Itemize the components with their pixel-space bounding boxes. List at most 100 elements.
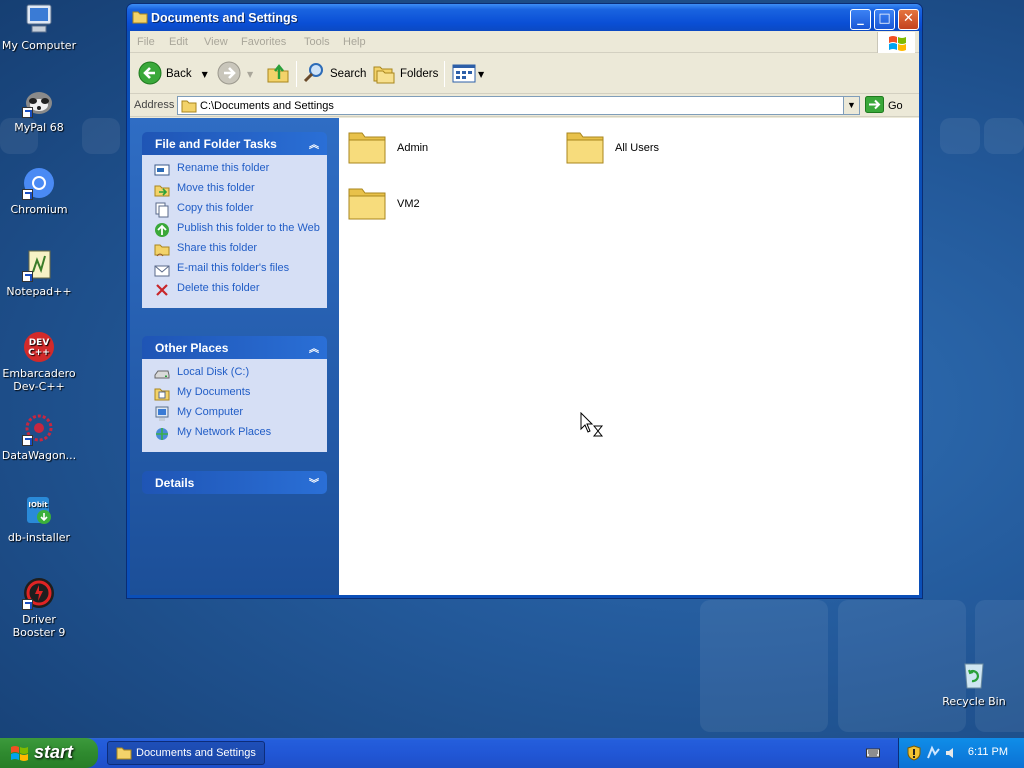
- search-button[interactable]: Search: [302, 62, 366, 86]
- minimize-icon: _: [857, 11, 864, 26]
- address-label: Address: [134, 99, 175, 111]
- menu-favorites[interactable]: Favorites: [241, 36, 286, 48]
- place-my-computer[interactable]: My Computer: [154, 406, 327, 422]
- folder-name: All Users: [615, 141, 660, 154]
- taskbar-window-button[interactable]: Documents and Settings: [107, 741, 265, 765]
- toolbar-separator: [444, 61, 445, 87]
- chevron-up-icon[interactable]: ︽: [309, 136, 319, 151]
- other-places-panel: Other Places ︽ Local Disk (C:) My Docume…: [142, 336, 327, 452]
- back-button[interactable]: Back ▼: [138, 61, 208, 86]
- task-copy-folder[interactable]: Copy this folder: [154, 202, 327, 218]
- task-label: E-mail this folder's files: [177, 262, 290, 274]
- window-titlebar[interactable]: Documents and Settings _ □ ✕: [127, 4, 922, 31]
- keyboard-icon[interactable]: [866, 747, 880, 762]
- busy-cursor-icon: [580, 411, 606, 443]
- folder-icon: [347, 127, 387, 168]
- windows-logo-icon: [10, 744, 30, 767]
- chevron-down-icon[interactable]: ▼: [202, 70, 208, 79]
- task-pane: File and Folder Tasks ︽ Rename this fold…: [130, 118, 339, 595]
- datawagon-icon: [22, 412, 56, 446]
- task-delete-folder[interactable]: Delete this folder: [154, 282, 327, 298]
- details-header[interactable]: Details ︾: [142, 471, 327, 494]
- task-label: Rename this folder: [177, 162, 270, 174]
- task-email-files[interactable]: E-mail this folder's files: [154, 262, 327, 278]
- svg-text:C++: C++: [28, 348, 50, 358]
- desktop-icon-driver-booster[interactable]: Driver Booster 9: [0, 576, 78, 639]
- close-button[interactable]: ✕: [898, 9, 919, 30]
- clock[interactable]: 6:11 PM: [968, 746, 1008, 758]
- task-publish-web[interactable]: Publish this folder to the Web: [154, 222, 327, 238]
- address-dropdown-button[interactable]: ▼: [843, 97, 859, 114]
- folders-button[interactable]: Folders: [372, 62, 438, 86]
- chevron-up-icon[interactable]: ︽: [309, 340, 319, 355]
- file-folder-tasks-list: Rename this folder Move this folder Copy…: [142, 155, 327, 308]
- start-label: start: [34, 742, 74, 762]
- folder-icon: [132, 10, 148, 27]
- folder-item-vm2[interactable]: VM2: [347, 183, 420, 224]
- place-label: Local Disk (C:): [177, 366, 250, 378]
- place-network-places[interactable]: My Network Places: [154, 426, 327, 442]
- menu-help[interactable]: Help: [343, 36, 366, 48]
- desktop-icon-my-computer[interactable]: My Computer: [0, 2, 78, 52]
- folder-view[interactable]: Admin All Users VM2: [339, 118, 919, 595]
- desktop-icon-recycle-bin[interactable]: Recycle Bin: [935, 658, 1013, 708]
- volume-icon[interactable]: [944, 745, 958, 764]
- menu-edit[interactable]: Edit: [169, 36, 188, 48]
- windows-logo-icon: [877, 32, 915, 54]
- menu-file[interactable]: File: [137, 36, 155, 48]
- desktop-icon-db-installer[interactable]: IObit db-installer: [0, 494, 78, 544]
- start-button[interactable]: start: [0, 738, 98, 768]
- go-label: Go: [888, 100, 903, 112]
- move-icon: [154, 182, 170, 198]
- driver-booster-icon: [22, 576, 56, 610]
- taskbar-window-label: Documents and Settings: [136, 747, 256, 759]
- desktop-icon-label: Chromium: [10, 203, 68, 216]
- place-local-disk[interactable]: Local Disk (C:): [154, 366, 327, 382]
- network-icon: [154, 426, 170, 442]
- task-rename-folder[interactable]: Rename this folder: [154, 162, 327, 178]
- desktop-decoration: [984, 118, 1024, 154]
- desktop-icon-datawagon[interactable]: DataWagon...: [0, 412, 78, 462]
- other-places-header[interactable]: Other Places ︽: [142, 336, 327, 359]
- menu-bar: File Edit View Favorites Tools Help: [130, 31, 919, 54]
- details-panel: Details ︾: [142, 471, 327, 494]
- desktop-icon-devcpp[interactable]: DEV C++ Embarcadero Dev-C++: [0, 330, 78, 393]
- desktop-decoration: [940, 118, 980, 154]
- forward-button[interactable]: ▼: [217, 61, 253, 86]
- window-title: Documents and Settings: [151, 11, 298, 25]
- minimize-button[interactable]: _: [850, 9, 871, 30]
- explorer-window[interactable]: Documents and Settings _ □ ✕ File Edit V…: [126, 3, 923, 599]
- network-tray-icon[interactable]: [926, 745, 942, 764]
- place-label: My Network Places: [177, 426, 272, 438]
- place-my-documents[interactable]: My Documents: [154, 386, 327, 402]
- folder-name: Admin: [397, 141, 429, 154]
- maximize-button[interactable]: □: [874, 9, 895, 30]
- folder-item-all-users[interactable]: All Users: [565, 127, 659, 168]
- file-folder-tasks-header[interactable]: File and Folder Tasks ︽: [142, 132, 327, 155]
- address-input[interactable]: C:\Documents and Settings ▼: [177, 96, 860, 115]
- views-button[interactable]: ▼: [452, 62, 484, 86]
- go-arrow-icon: [865, 96, 884, 116]
- desktop-decoration: [700, 600, 828, 732]
- go-button[interactable]: Go: [865, 96, 903, 116]
- chevron-down-icon[interactable]: ︾: [309, 475, 319, 490]
- desktop-icon-label: DataWagon...: [1, 449, 77, 462]
- back-label: Back: [166, 68, 192, 80]
- chromium-icon: [22, 166, 56, 200]
- desktop-icon-label: My Computer: [1, 39, 77, 52]
- desktop: My Computer MyPal 68 Chromium Notepad++ …: [0, 0, 1024, 738]
- folder-item-admin[interactable]: Admin: [347, 127, 428, 168]
- desktop-icon-mypal[interactable]: MyPal 68: [0, 84, 78, 134]
- task-share-folder[interactable]: Share this folder: [154, 242, 327, 258]
- task-move-folder[interactable]: Move this folder: [154, 182, 327, 198]
- menu-view[interactable]: View: [204, 36, 228, 48]
- security-shield-icon[interactable]: [907, 745, 921, 764]
- system-tray: 6:11 PM: [898, 738, 1024, 768]
- desktop-icon-chromium[interactable]: Chromium: [0, 166, 78, 216]
- devcpp-icon: DEV C++: [22, 330, 56, 364]
- menu-tools[interactable]: Tools: [304, 36, 330, 48]
- desktop-icon-notepadpp[interactable]: Notepad++: [0, 248, 78, 298]
- up-folder-button[interactable]: [266, 62, 290, 86]
- place-label: My Computer: [177, 406, 244, 418]
- computer-icon: [154, 406, 170, 422]
